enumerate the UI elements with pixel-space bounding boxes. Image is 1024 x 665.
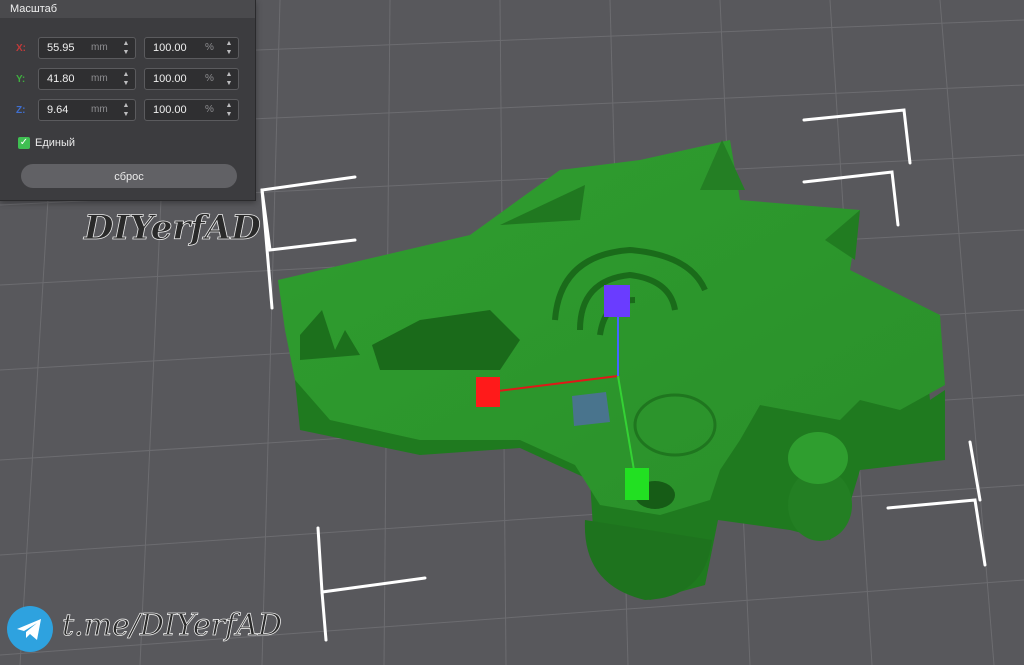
size-y-spinner[interactable]: ▲ ▼: [121, 70, 131, 88]
size-y-unit: mm: [91, 73, 108, 84]
percent-y-input[interactable]: 100.00 % ▲ ▼: [144, 68, 239, 90]
size-z-unit: mm: [91, 104, 108, 115]
scale-handle-uniform[interactable]: [572, 392, 610, 426]
percent-y-value: 100.00: [153, 73, 187, 85]
scale-panel: Масштаб X: 55.95 mm ▲ ▼ 100.00 % ▲ ▼ Y: 41…: [0, 0, 256, 201]
axis-label-z: Z:: [16, 105, 26, 116]
size-z-spinner[interactable]: ▲ ▼: [121, 101, 131, 119]
size-z-input[interactable]: 9.64 mm ▲ ▼: [38, 99, 136, 121]
size-x-input[interactable]: 55.95 mm ▲ ▼: [38, 37, 136, 59]
watermark-bottom: t.me/DIYerfAD: [62, 608, 283, 644]
percent-x-input[interactable]: 100.00 % ▲ ▼: [144, 37, 239, 59]
scale-row-x: X: 55.95 mm ▲ ▼ 100.00 % ▲ ▼: [0, 37, 255, 61]
size-y-value: 41.80: [47, 73, 75, 85]
percent-x-value: 100.00: [153, 42, 187, 54]
size-x-value: 55.95: [47, 42, 75, 54]
telegram-icon: [7, 606, 53, 652]
size-x-unit: mm: [91, 42, 108, 53]
uniform-label: Единый: [35, 137, 76, 149]
axis-label-y: Y:: [16, 74, 26, 85]
axis-label-x: X:: [16, 43, 26, 54]
size-x-spinner[interactable]: ▲ ▼: [121, 39, 131, 57]
scale-row-y: Y: 41.80 mm ▲ ▼ 100.00 % ▲ ▼: [0, 68, 255, 92]
scale-handle-x[interactable]: [476, 377, 500, 407]
percent-z-value: 100.00: [153, 104, 187, 116]
percent-y-spinner[interactable]: ▲ ▼: [224, 70, 234, 88]
scale-handle-y[interactable]: [625, 468, 649, 500]
watermark-top: DIYerfAD: [84, 208, 262, 249]
percent-z-unit: %: [205, 104, 214, 115]
size-y-input[interactable]: 41.80 mm ▲ ▼: [38, 68, 136, 90]
reset-button[interactable]: сброс: [21, 164, 237, 188]
percent-z-input[interactable]: 100.00 % ▲ ▼: [144, 99, 239, 121]
percent-z-spinner[interactable]: ▲ ▼: [224, 101, 234, 119]
percent-x-spinner[interactable]: ▲ ▼: [224, 39, 234, 57]
scale-handle-z[interactable]: [604, 285, 630, 317]
size-z-value: 9.64: [47, 104, 69, 116]
percent-x-unit: %: [205, 42, 214, 53]
checkmark-icon[interactable]: ✓: [18, 137, 30, 149]
panel-title: Масштаб: [0, 0, 255, 18]
scale-row-z: Z: 9.64 mm ▲ ▼ 100.00 % ▲ ▼: [0, 99, 255, 123]
percent-y-unit: %: [205, 73, 214, 84]
